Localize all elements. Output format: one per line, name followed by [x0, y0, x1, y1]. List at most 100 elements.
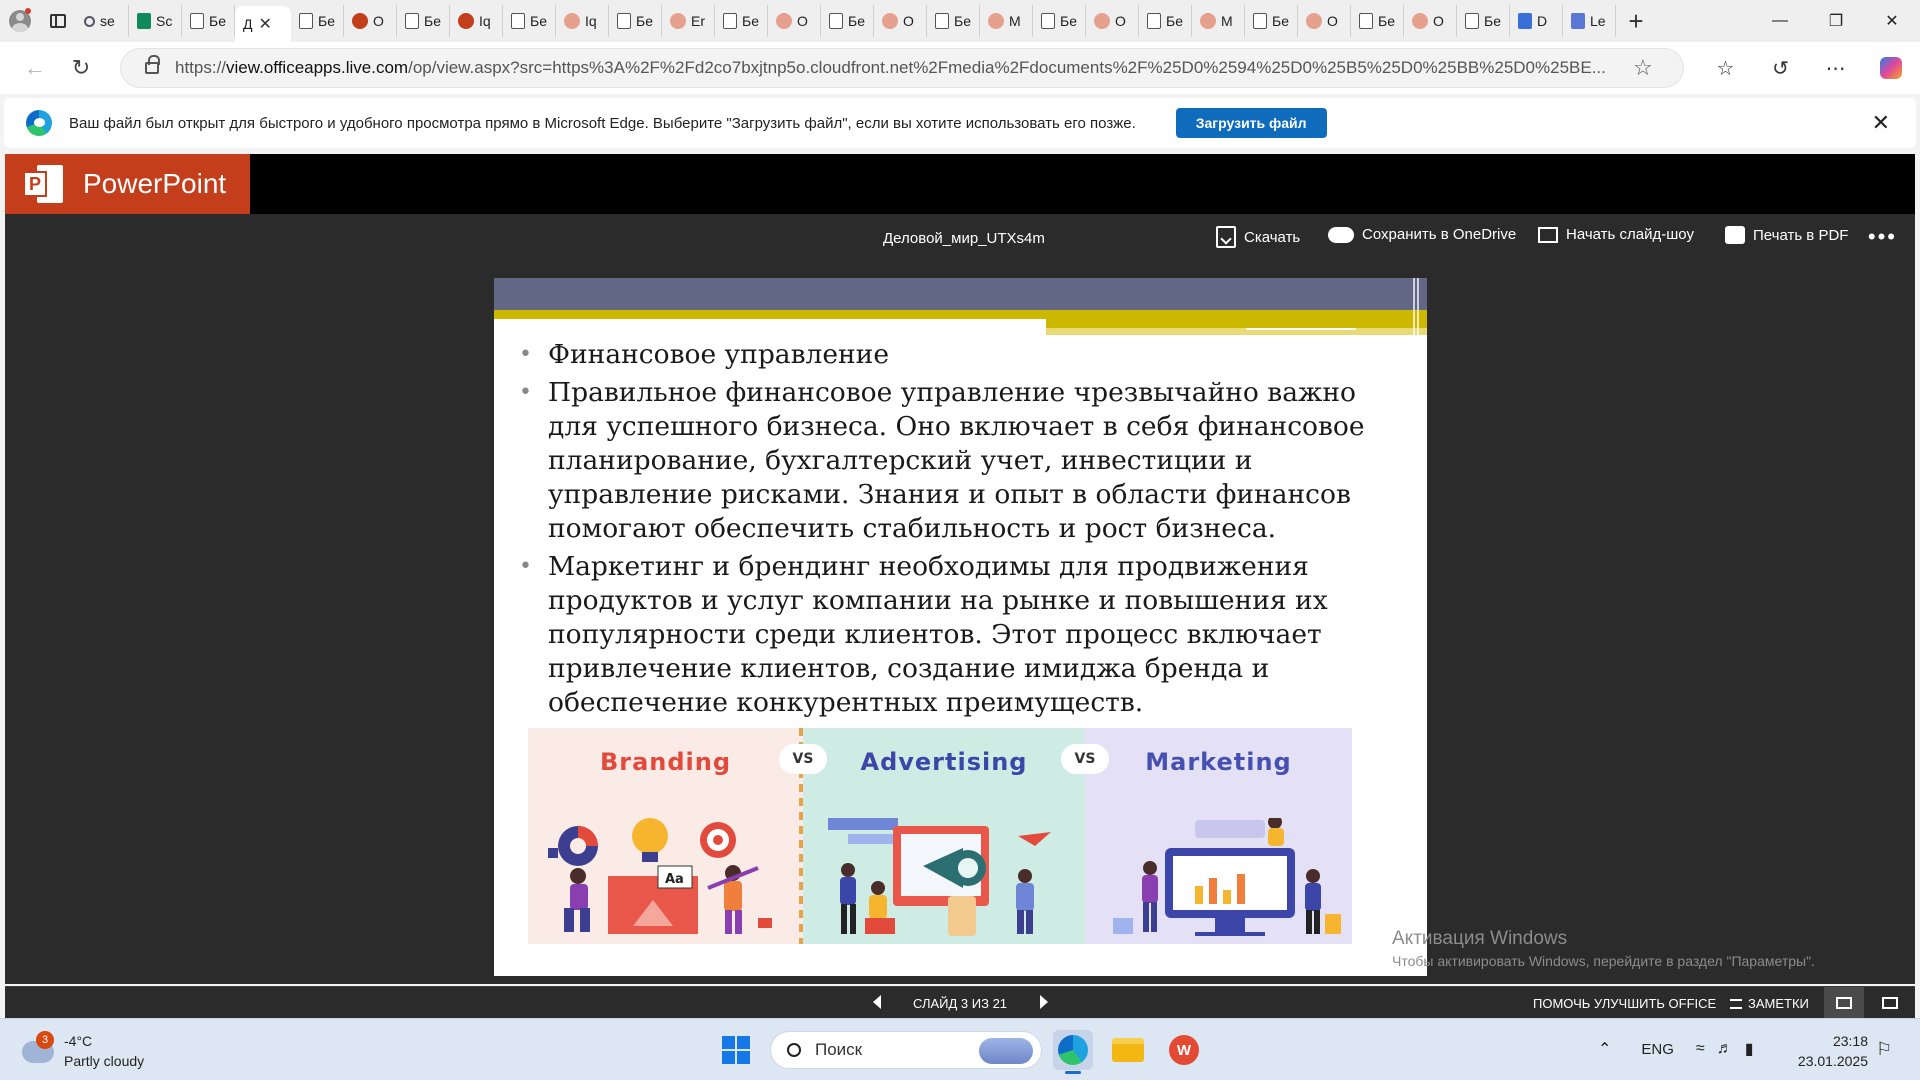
- more-options-icon[interactable]: •••: [1868, 224, 1897, 250]
- tab[interactable]: O: [344, 5, 397, 37]
- taskbar-edge-button[interactable]: [1053, 1030, 1093, 1074]
- edge-icon: [1058, 1035, 1088, 1065]
- profile-button[interactable]: [0, 0, 40, 42]
- close-window-button[interactable]: ✕: [1864, 0, 1920, 42]
- tab[interactable]: Бе: [609, 5, 662, 37]
- tab[interactable]: O: [1298, 5, 1351, 37]
- lock-icon[interactable]: [145, 55, 160, 74]
- tab[interactable]: Бе: [1139, 5, 1192, 37]
- tab[interactable]: Бе: [291, 5, 344, 37]
- windows-activation-subtitle: Чтобы активировать Windows, перейдите в …: [1392, 953, 1815, 969]
- url-text[interactable]: https://view.officeapps.live.com/op/view…: [175, 58, 1615, 78]
- tab-label: se: [100, 13, 115, 29]
- tab[interactable]: Бе: [1245, 5, 1298, 37]
- tab[interactable]: Iq: [556, 5, 609, 37]
- copilot-icon[interactable]: [1863, 45, 1918, 91]
- branding-illustration: Aa: [548, 818, 772, 934]
- print-pdf-button[interactable]: Печать в PDF: [1725, 226, 1848, 244]
- tab[interactable]: Sc: [129, 5, 182, 37]
- tab-label: Бе: [318, 13, 335, 29]
- notes-button[interactable]: ЗАМЕТКИ: [1730, 996, 1809, 1011]
- tab[interactable]: Бе: [927, 5, 980, 37]
- marketing-illustration: [1113, 818, 1341, 936]
- marketing-title: Marketing: [1145, 748, 1292, 776]
- tab[interactable]: M: [1192, 5, 1245, 37]
- tab-label: Бе: [742, 13, 759, 29]
- tab[interactable]: Бе: [1457, 5, 1510, 37]
- tab-actions-button[interactable]: [40, 0, 76, 42]
- download-file-button[interactable]: Загрузить файл: [1175, 108, 1327, 138]
- taskbar-wps-button[interactable]: W: [1164, 1030, 1204, 1070]
- tab-active[interactable]: Д ✕: [235, 6, 291, 42]
- reading-view-button[interactable]: [1824, 987, 1864, 1018]
- taskbar-file-explorer-button[interactable]: [1108, 1030, 1148, 1070]
- show-hidden-icons-chevron-icon[interactable]: ⌃: [1598, 1039, 1611, 1059]
- input-language[interactable]: ENG: [1641, 1041, 1674, 1058]
- slide-header-band: [494, 278, 1427, 310]
- battery-icon[interactable]: ▮: [1745, 1039, 1754, 1059]
- slide-accent-line: [1246, 328, 1356, 330]
- document-title: Деловой_мир_UTXs4m: [883, 230, 1045, 247]
- save-onedrive-button[interactable]: Сохранить в OneDrive: [1328, 226, 1516, 243]
- taskbar-search[interactable]: Поиск: [770, 1031, 1042, 1069]
- tab[interactable]: D: [1510, 5, 1563, 37]
- previous-slide-icon[interactable]: [873, 995, 881, 1009]
- tab[interactable]: Бе: [182, 5, 235, 37]
- tab[interactable]: O: [874, 5, 927, 37]
- tab[interactable]: Бе: [821, 5, 874, 37]
- pptl-tab-icon: [1306, 13, 1322, 29]
- address-bar[interactable]: https://view.officeapps.live.com/op/view…: [120, 48, 1684, 88]
- tab[interactable]: M: [980, 5, 1033, 37]
- tab-list: se Sc Бе Д ✕ Бе O Бе Iq Бе Iq Бе Er Бе O Бе O Бе M Бе O Бе M Бе…: [76, 0, 1616, 42]
- tab[interactable]: O: [1086, 5, 1139, 37]
- next-slide-icon[interactable]: [1040, 995, 1048, 1009]
- partly-cloudy-icon: 3: [22, 1031, 54, 1063]
- notifications-bell-icon[interactable]: ⚐: [1876, 1039, 1892, 1060]
- weather-widget[interactable]: 3 -4°C Partly cloudy: [22, 1031, 144, 1071]
- restore-button[interactable]: ❐: [1808, 0, 1864, 42]
- tab[interactable]: se: [76, 5, 129, 37]
- download-button[interactable]: Скачать: [1216, 226, 1300, 248]
- search-tab-icon: [84, 15, 95, 27]
- tab[interactable]: O: [1404, 5, 1457, 37]
- tab[interactable]: Бе: [1033, 5, 1086, 37]
- minimize-button[interactable]: —: [1752, 0, 1808, 42]
- clock[interactable]: 23:18 23.01.2025: [1790, 1031, 1868, 1071]
- start-slideshow-button[interactable]: Начать слайд-шоу: [1538, 226, 1694, 243]
- tab[interactable]: Le: [1563, 5, 1616, 37]
- tab-label: Д: [243, 16, 253, 32]
- wifi-icon[interactable]: ≈: [1696, 1040, 1705, 1058]
- close-tab-icon[interactable]: ✕: [258, 14, 271, 34]
- pptl-tab-icon: [988, 13, 1004, 29]
- settings-more-icon[interactable]: ⋯: [1808, 45, 1863, 91]
- volume-icon[interactable]: ♬: [1717, 1040, 1733, 1058]
- favorites-icon[interactable]: ☆: [1698, 45, 1753, 91]
- favorite-star-icon[interactable]: ☆: [1633, 55, 1653, 81]
- tab[interactable]: Бе: [397, 5, 450, 37]
- refresh-button[interactable]: ↻: [58, 45, 104, 91]
- temperature: -4°C: [64, 1033, 93, 1049]
- start-button[interactable]: [722, 1036, 750, 1064]
- pptl-tab-icon: [882, 13, 898, 29]
- history-icon[interactable]: ↺: [1753, 45, 1808, 91]
- slideshow-view-button[interactable]: [1870, 987, 1910, 1018]
- help-improve-office-link[interactable]: ПОМОЧЬ УЛУЧШИТЬ OFFICE: [1533, 996, 1716, 1011]
- slide-canvas[interactable]: Финансовое управление Правильное финансо…: [494, 278, 1427, 976]
- doc-tab-icon: [1253, 13, 1267, 29]
- new-tab-button[interactable]: +: [1616, 0, 1656, 42]
- powerpoint-brand[interactable]: P PowerPoint: [5, 154, 250, 214]
- tab[interactable]: Er: [662, 5, 715, 37]
- infobar-close-icon[interactable]: ✕: [1872, 110, 1890, 136]
- back-button[interactable]: ←: [12, 45, 58, 91]
- weather-badge: 3: [36, 1031, 54, 1049]
- tab[interactable]: O: [768, 5, 821, 37]
- tab-label: Бе: [954, 13, 971, 29]
- tab[interactable]: Бе: [503, 5, 556, 37]
- tab-label: O: [373, 13, 384, 29]
- pptl-tab-icon: [776, 13, 792, 29]
- tab-actions-icon: [50, 14, 66, 28]
- tab[interactable]: Бе: [1351, 5, 1404, 37]
- doc-tab-icon: [299, 13, 313, 29]
- tab[interactable]: Бе: [715, 5, 768, 37]
- tab[interactable]: Iq: [450, 5, 503, 37]
